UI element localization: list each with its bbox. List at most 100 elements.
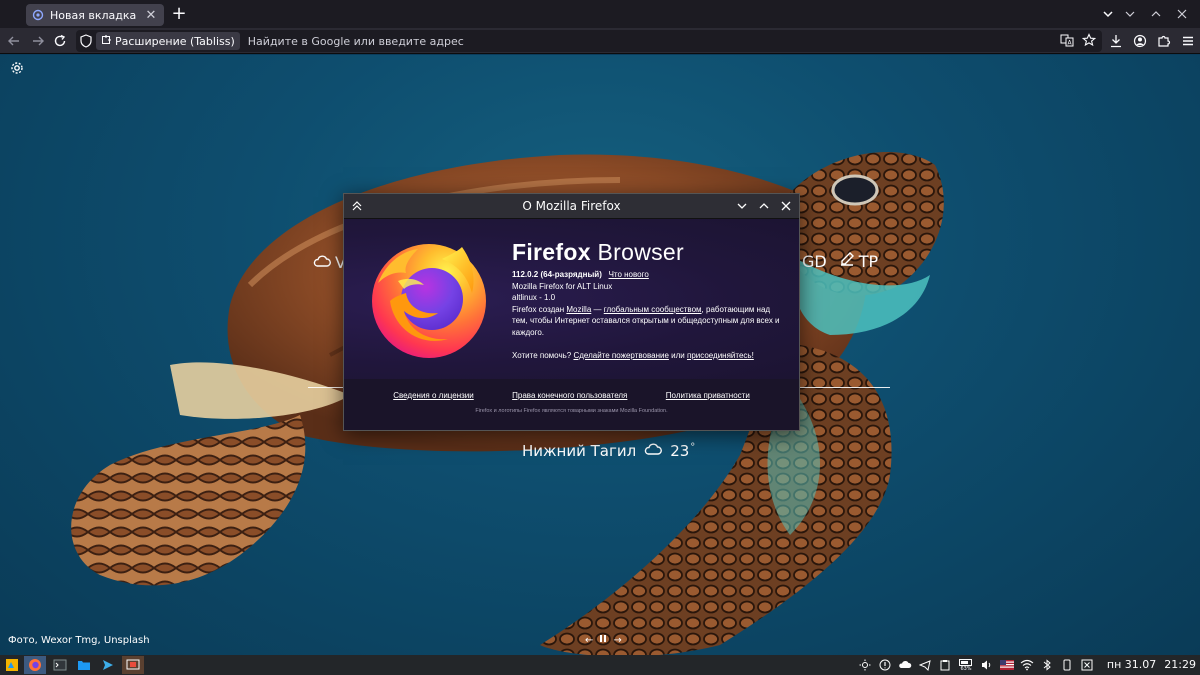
end-user-rights-link[interactable]: Права конечного пользователя — [512, 391, 627, 400]
clock[interactable]: пн 31.07 21:29 — [1107, 658, 1196, 671]
dialog-body: Firefox Browser 112.0.2 (64-разрядный) Ч… — [344, 219, 799, 379]
left-widget: V — [313, 253, 346, 272]
created-dash: — — [591, 304, 604, 314]
cloud-sync-icon[interactable] — [898, 657, 912, 673]
photo-credit[interactable]: Фото, Wexor Tmg, Unsplash — [8, 635, 150, 646]
extension-puzzle-icon[interactable] — [1156, 33, 1172, 49]
distro-line: altlinux - 1.0 — [512, 293, 556, 302]
link-gd[interactable]: GD — [802, 252, 827, 271]
volume-icon[interactable] — [980, 657, 994, 673]
extension-identity-chip[interactable]: Расширение (Tabliss) — [96, 32, 240, 50]
clock-time: 21:29 — [1164, 658, 1196, 671]
background-pager: ← → — [585, 634, 622, 646]
arrow-left-icon[interactable]: ← — [585, 635, 593, 646]
translate-icon[interactable]: A — [1060, 33, 1074, 50]
weather-widget: Нижний Тагил 23 ° — [522, 442, 695, 460]
link-tp-label: TP — [858, 251, 879, 271]
weather-unit: ° — [690, 442, 696, 453]
system-tray: 63% — [858, 657, 1094, 673]
download-icon[interactable] — [1108, 33, 1124, 49]
keyboard-layout-flag-icon[interactable] — [1000, 657, 1014, 673]
build-line: Mozilla Firefox for ALT Linux — [512, 281, 613, 291]
maximize-icon[interactable] — [1148, 6, 1164, 22]
edit-icon — [839, 251, 855, 271]
arrow-right-icon[interactable]: → — [613, 635, 621, 646]
telegram-icon[interactable] — [918, 657, 932, 673]
address-input[interactable] — [247, 34, 948, 48]
cloud-icon — [644, 442, 663, 460]
clipboard-icon[interactable] — [938, 657, 952, 673]
puzzle-icon — [101, 34, 112, 48]
pause-icon[interactable] — [599, 634, 607, 646]
maximize-icon[interactable] — [757, 199, 771, 213]
extension-label: Расширение (Tabliss) — [115, 34, 235, 48]
close-icon[interactable] — [779, 199, 793, 213]
terminal-icon[interactable] — [50, 656, 70, 674]
minimize-icon[interactable] — [1122, 6, 1138, 22]
tab-bar: Новая вкладка ✕ + — [0, 0, 1200, 28]
tab-new-tab[interactable]: Новая вкладка ✕ — [26, 4, 164, 26]
whats-new-link[interactable]: Что нового — [609, 270, 649, 279]
screen-capture-icon[interactable] — [122, 656, 144, 674]
forward-arrow-icon[interactable] — [30, 33, 46, 49]
new-tab-button[interactable]: + — [170, 4, 188, 24]
donate-link[interactable]: Сделайте пожертвование — [573, 351, 668, 360]
firefox-taskbar-icon[interactable] — [24, 656, 46, 674]
brightness-icon[interactable] — [858, 657, 872, 673]
privacy-policy-link[interactable]: Политика приватности — [666, 391, 750, 400]
help-prefix: Хотите помочь? — [512, 351, 574, 360]
bluetooth-icon[interactable] — [1040, 657, 1054, 673]
help-or: или — [668, 351, 687, 360]
app-launcher-icon[interactable] — [2, 656, 22, 674]
community-link[interactable]: глобальным сообществом — [604, 305, 702, 314]
weather-city: Нижний Тагил — [522, 442, 637, 460]
brand-rest: Browser — [597, 239, 684, 265]
back-arrow-icon[interactable] — [6, 33, 22, 49]
license-link[interactable]: Сведения о лицензии — [393, 391, 474, 400]
created-prefix: Firefox создан — [512, 304, 567, 314]
weather-temperature: 23 — [670, 442, 690, 460]
close-tab-icon[interactable]: ✕ — [144, 8, 158, 23]
link-gd-label: GD — [802, 251, 827, 271]
join-link[interactable]: присоединяйтесь! — [687, 351, 754, 360]
reload-icon[interactable] — [52, 33, 68, 49]
mozilla-link[interactable]: Mozilla — [566, 305, 591, 314]
updates-icon[interactable] — [878, 657, 892, 673]
close-window-icon[interactable] — [1174, 6, 1190, 22]
brand-bold: Firefox — [512, 239, 591, 265]
url-bar[interactable]: Расширение (Tabliss) A — [76, 30, 1102, 52]
notification-tray-icon[interactable] — [1080, 657, 1094, 673]
brand-wordmark: Firefox Browser — [512, 239, 684, 266]
taskbar: 63% пн 31.07 21:29 — [0, 655, 1200, 675]
minimize-icon[interactable] — [735, 199, 749, 213]
cloud-icon — [313, 253, 331, 272]
battery-percent: 63% — [960, 665, 972, 672]
bookmark-star-icon[interactable] — [1081, 33, 1097, 50]
version-label: 112.0.2 (64-разрядный) — [512, 270, 602, 279]
version-info: 112.0.2 (64-разрядный) Что нового Mozill… — [512, 269, 787, 362]
account-icon[interactable] — [1132, 33, 1148, 49]
gear-icon[interactable] — [10, 61, 24, 75]
dialog-title: О Mozilla Firefox — [522, 199, 621, 213]
dialog-titlebar: О Mozilla Firefox — [344, 194, 799, 219]
about-firefox-dialog: О Mozilla Firefox Firefox Browser 112.0.… — [343, 193, 800, 431]
link-tp[interactable]: TP — [839, 251, 878, 271]
chevron-down-icon[interactable] — [1100, 6, 1116, 22]
file-manager-icon[interactable] — [74, 656, 94, 674]
battery-icon[interactable]: 63% — [958, 657, 974, 673]
storage-device-icon[interactable] — [1060, 657, 1074, 673]
navigation-toolbar: Расширение (Tabliss) A — [0, 28, 1200, 54]
clock-date: пн 31.07 — [1106, 658, 1157, 671]
menu-hamburger-icon[interactable] — [1180, 33, 1196, 49]
trademark-notice: Firefox и логотипы Firefox являются това… — [475, 408, 668, 414]
wifi-icon[interactable] — [1020, 657, 1034, 673]
right-widget: GD TP — [802, 251, 878, 271]
tab-title: Новая вкладка — [50, 8, 137, 22]
firefox-logo — [372, 244, 486, 358]
shield-icon[interactable] — [80, 34, 92, 51]
send-arrow-icon[interactable] — [98, 656, 118, 674]
created-by-text: Firefox создан Mozilla — глобальным сооб… — [512, 304, 787, 339]
help-text: Хотите помочь? Сделайте пожертвование ил… — [512, 350, 787, 362]
firefox-newtab-icon — [32, 9, 44, 21]
dialog-footer: Сведения о лицензии Права конечного поль… — [344, 379, 799, 430]
